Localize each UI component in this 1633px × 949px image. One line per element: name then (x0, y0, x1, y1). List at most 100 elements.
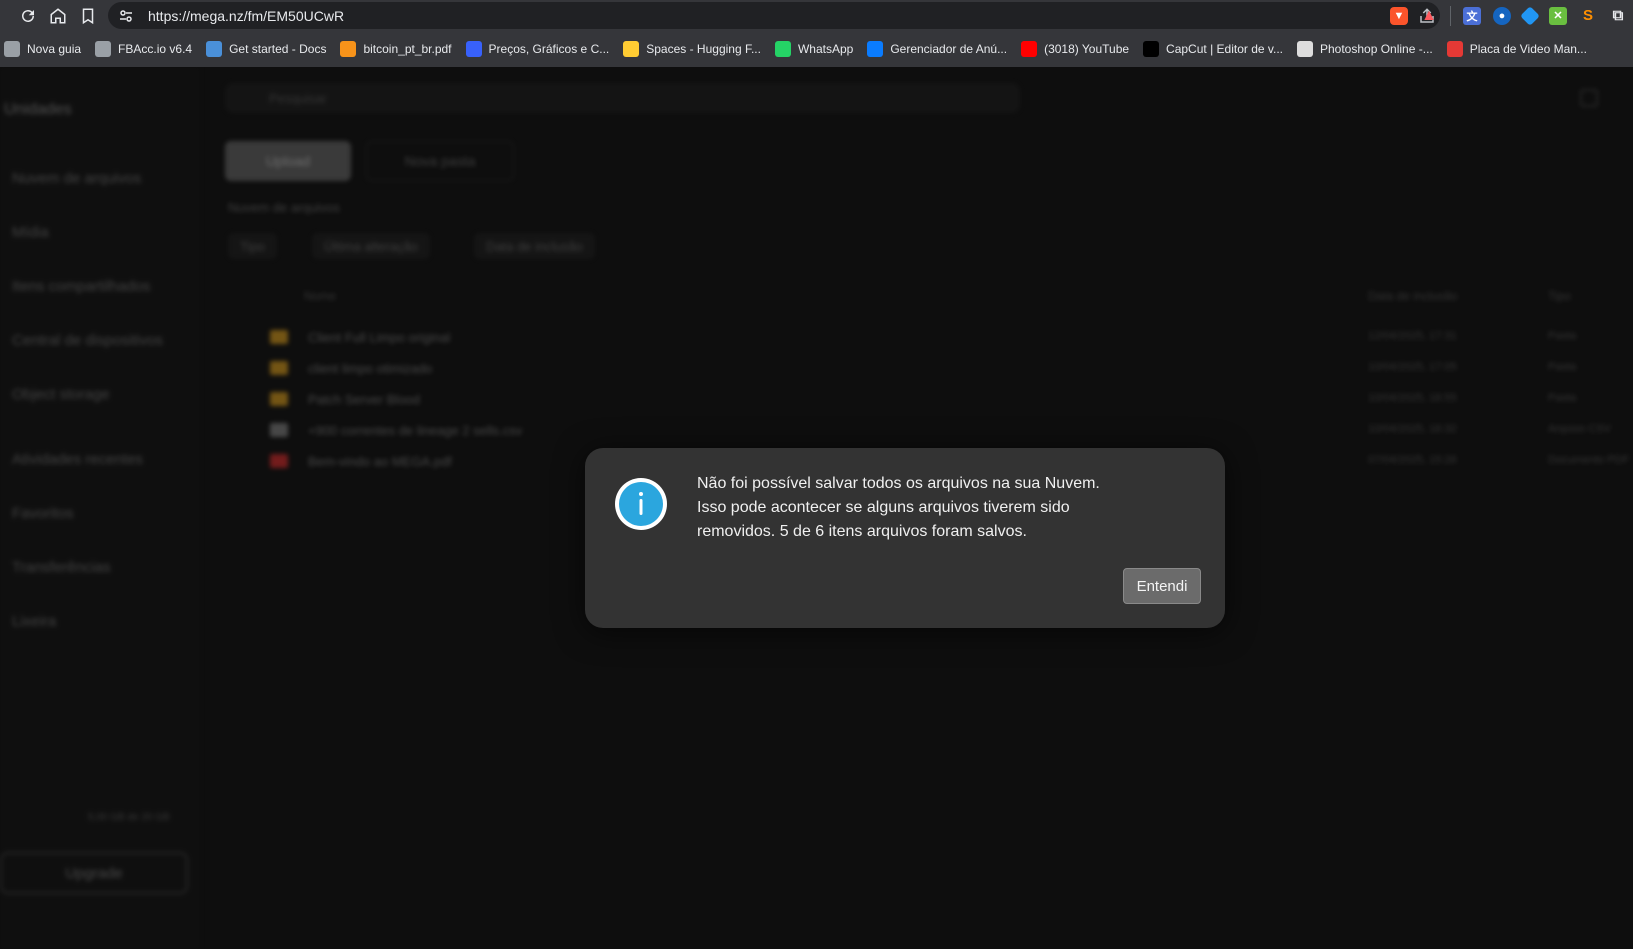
folder-icon (270, 392, 288, 406)
file-type: Pasta (1548, 330, 1577, 342)
sidebar-item-object-storage[interactable]: Object storage (12, 386, 110, 403)
bitcoin-icon (340, 41, 357, 57)
bookmark-item[interactable]: (3018) YouTube (1021, 41, 1129, 57)
extension-orange-icon[interactable]: S (1579, 7, 1597, 25)
extension-translate-icon[interactable]: 文 (1463, 6, 1481, 25)
upgrade-button[interactable]: Upgrade (0, 852, 188, 894)
sidebar-title: Unidades (4, 101, 72, 118)
bookmark-label: Placa de Video Man... (1469, 42, 1587, 56)
file-row[interactable]: Patch Server Blood (270, 387, 420, 411)
new-folder-button[interactable]: Nova pasta (366, 141, 514, 181)
brave-rewards-icon[interactable]: ▲ (1420, 7, 1438, 25)
sidebar-item-midia[interactable]: Mídia (12, 224, 49, 241)
globe-icon (4, 41, 20, 57)
sidebar-item-nuvem[interactable]: Nuvem de arquivos (12, 170, 141, 187)
file-type: Pasta (1548, 392, 1577, 404)
folder-icon (270, 330, 288, 344)
file-row[interactable]: Bem-vindo ao MEGA.pdf (270, 449, 452, 473)
info-icon (615, 478, 667, 530)
address-bar[interactable]: https://mega.nz/fm/EM50UCwR (108, 2, 1440, 29)
sidebar-item-transferencias[interactable]: Transferências (12, 559, 111, 576)
info-dialog: Não foi possível salvar todos os arquivo… (585, 448, 1225, 628)
section-title: Nuvem de arquivos (228, 200, 340, 215)
sidebar-item-atividades[interactable]: Atividades recentes (12, 451, 143, 468)
bookmark-label: CapCut | Editor de v... (1166, 42, 1283, 56)
extension-green-icon[interactable]: ✕ (1549, 6, 1567, 25)
photoshop-icon (1297, 41, 1313, 57)
sidebar-item-compartilhados[interactable]: Itens compartilhados (12, 278, 150, 295)
extension-diamond-icon[interactable] (1520, 5, 1540, 26)
file-date: 12/04/2025, 17:31 (1368, 330, 1457, 342)
extension-blue-circle-icon[interactable]: ● (1493, 6, 1511, 25)
sidebar-item-lixeira[interactable]: Lixeira (12, 613, 56, 630)
capcut-icon (1143, 41, 1160, 57)
entendi-button[interactable]: Entendi (1123, 568, 1201, 604)
whatsapp-icon (774, 41, 791, 57)
bookmark-item[interactable]: CapCut | Editor de v... (1143, 41, 1283, 57)
bookmark-label: Preços, Gráficos e C... (488, 42, 610, 56)
file-name: +900 correntes de lineage 2 sells.csv (308, 422, 523, 438)
bookmark-item[interactable]: Photoshop Online -... (1297, 41, 1433, 57)
coinmarketcap-icon (465, 41, 482, 57)
header-name[interactable]: Nome (304, 289, 336, 303)
bookmark-item[interactable]: Spaces - Hugging F... (623, 41, 761, 57)
bookmark-label: WhatsApp (797, 42, 854, 56)
file-date: 10/04/2025, 17:05 (1368, 361, 1457, 373)
bookmark-item[interactable]: Gerenciador de Anú... (867, 41, 1007, 57)
header-date[interactable]: Data de inclusão (1368, 289, 1457, 303)
bookmark-item[interactable]: WhatsApp (774, 41, 854, 57)
filter-ultima-alteracao[interactable]: Última alteração (312, 233, 430, 259)
file-row[interactable]: client limpo otimizado (270, 356, 432, 380)
bookmark-label: bitcoin_pt_br.pdf (363, 42, 452, 56)
bookmark-label: Nova guia (27, 42, 82, 56)
placa-icon (1446, 41, 1463, 57)
mega-page: Unidades Nuvem de arquivos Mídia Itens c… (0, 67, 1633, 949)
bookmark-icon[interactable] (76, 4, 100, 28)
dialog-message-line1: Não foi possível salvar todos os arquivo… (697, 475, 1100, 492)
search-input[interactable]: Pesquisar (225, 83, 1020, 113)
docs-icon (206, 41, 223, 57)
file-type: Pasta (1548, 361, 1577, 373)
bookmark-item[interactable]: FBAcc.io v6.4 (95, 41, 192, 57)
site-settings-icon[interactable] (118, 8, 134, 24)
bookmark-item[interactable]: Placa de Video Man... (1446, 41, 1587, 57)
home-icon[interactable] (46, 4, 70, 28)
file-date: 10/04/2025, 16:32 (1368, 423, 1457, 435)
upload-button[interactable]: Upload (225, 141, 351, 181)
bookmark-item[interactable]: Get started - Docs (206, 41, 326, 57)
meta-icon (867, 41, 884, 57)
file-row[interactable]: +900 correntes de lineage 2 sells.csv (270, 418, 522, 442)
bookmark-label: (3018) YouTube (1044, 42, 1130, 56)
grid-view-icon[interactable] (1580, 89, 1598, 107)
file-name: Bem-vindo ao MEGA.pdf (308, 453, 452, 469)
storage-usage: 5,00 GB de 20 GB (88, 812, 170, 823)
file-row[interactable]: Client Full Limpo original (270, 325, 450, 349)
header-type[interactable]: Tipo (1548, 289, 1571, 303)
dialog-message-line3: removidos. 5 de 6 itens arquivos foram s… (697, 523, 1027, 540)
file-icon (270, 454, 288, 468)
sidebar: Unidades Nuvem de arquivos Mídia Itens c… (0, 67, 200, 949)
filter-tipo[interactable]: Tipo (228, 233, 277, 259)
bookmark-label: Spaces - Hugging F... (646, 42, 761, 56)
filter-data-inclusao[interactable]: Data de inclusão (474, 233, 595, 259)
file-name: Patch Server Blood (308, 391, 421, 407)
bookmark-item[interactable]: Preços, Gráficos e C... (465, 41, 610, 57)
extensions-puzzle-icon[interactable]: ⧉ (1609, 7, 1627, 25)
bookmark-label: Get started - Docs (229, 42, 327, 56)
bookmarks-bar: Nova guia FBAcc.io v6.4 Get started - Docs… (0, 31, 1633, 67)
bookmark-label: Gerenciador de Anú... (890, 42, 1008, 56)
file-type: Arquivo CSV (1548, 423, 1611, 435)
bookmark-item[interactable]: bitcoin_pt_br.pdf (340, 41, 452, 57)
huggingface-icon (623, 41, 640, 57)
reload-icon[interactable] (16, 4, 40, 28)
bookmark-item[interactable]: Nova guia (4, 41, 81, 57)
url-text[interactable]: https://mega.nz/fm/EM50UCwR (148, 8, 344, 24)
brave-shield-icon[interactable]: ▼ (1390, 6, 1408, 25)
file-date: 07/04/2025, 15:26 (1368, 454, 1457, 466)
sidebar-item-favoritos[interactable]: Favoritos (12, 505, 74, 522)
sidebar-item-dispositivos[interactable]: Central de dispositivos (12, 332, 163, 349)
bookmark-label: FBAcc.io v6.4 (118, 42, 193, 56)
browser-toolbar: https://mega.nz/fm/EM50UCwR ▼ ▲ 文 ● ✕ S … (0, 0, 1633, 31)
file-icon (270, 423, 288, 437)
file-name: Client Full Limpo original (308, 329, 451, 345)
